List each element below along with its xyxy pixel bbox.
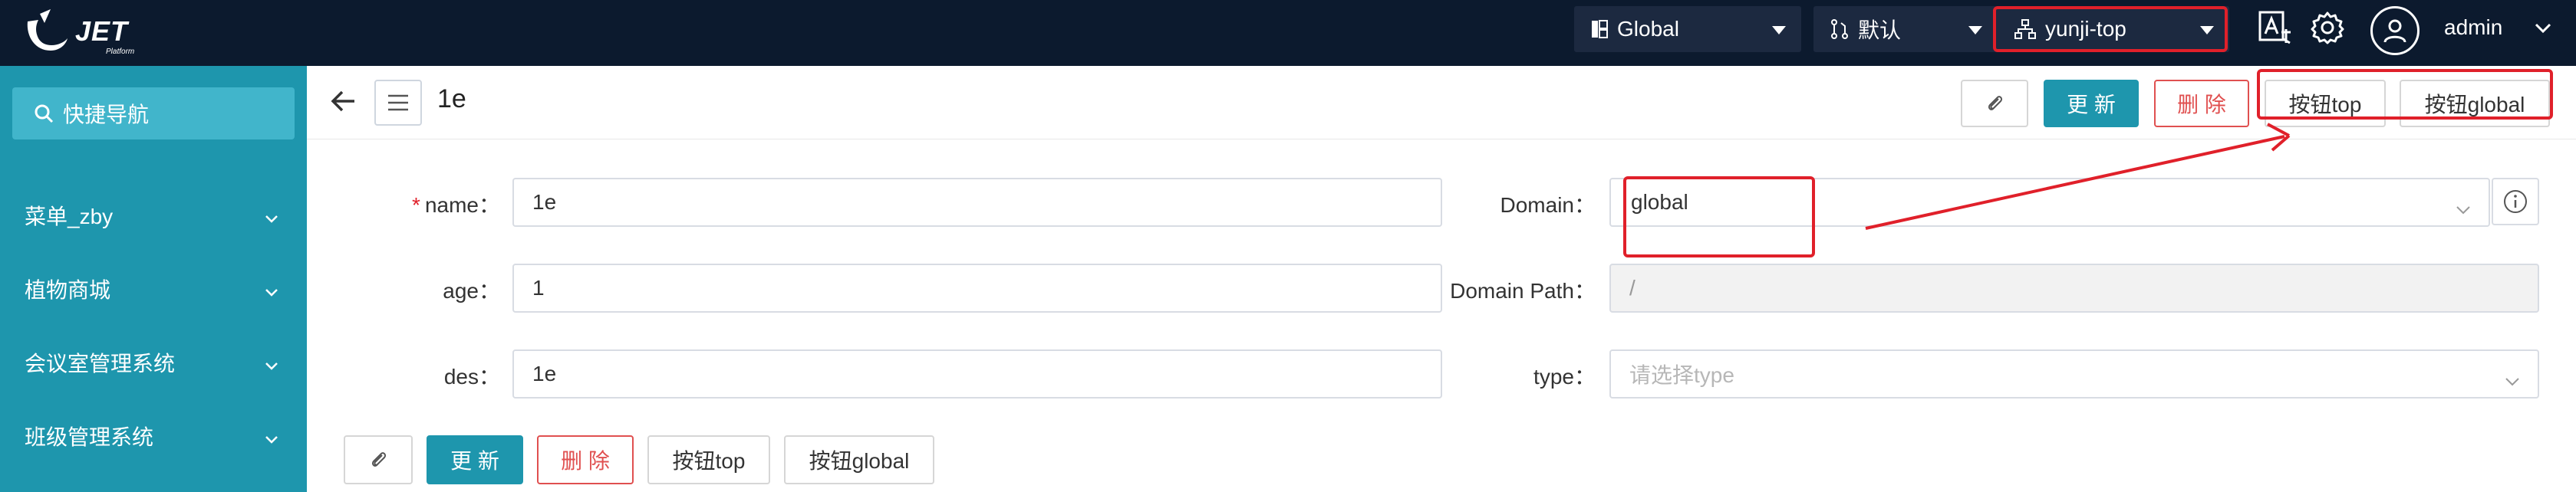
gear-icon[interactable] — [2311, 11, 2344, 48]
logo-subtext: Platform — [106, 48, 135, 56]
top-button[interactable]: 按钮top — [647, 435, 770, 484]
scope-select-value: Global — [1617, 17, 1679, 41]
branch-select-value: 默认 — [1858, 18, 1902, 42]
caret-down-icon — [1968, 26, 1982, 34]
logo-swoosh-icon — [27, 9, 68, 51]
age-input[interactable]: 1 — [512, 264, 1442, 313]
domain-path-input: / — [1609, 264, 2539, 313]
hamburger-icon — [388, 94, 408, 111]
annotation-highlight-box — [1993, 6, 2228, 52]
sidebar-item-label: 植物商城 — [25, 278, 111, 302]
delete-button[interactable]: 删 除 — [2154, 80, 2249, 127]
sidebar-item-label: 班级管理系统 — [25, 425, 154, 449]
logo-text: JET — [75, 15, 129, 47]
sidebar-item-plant-mall[interactable]: 植物商城 — [0, 254, 307, 323]
chevron-down-icon[interactable] — [2535, 23, 2551, 38]
name-label: * name： — [412, 193, 500, 217]
chevron-down-icon — [2504, 368, 2521, 392]
user-name[interactable]: admin — [2444, 15, 2502, 40]
update-button[interactable]: 更 新 — [427, 435, 523, 484]
paperclip-icon — [371, 452, 387, 467]
attach-button[interactable] — [344, 435, 413, 484]
search-icon — [34, 103, 54, 123]
type-select-placeholder: 请选择type — [1629, 363, 1734, 387]
paperclip-icon — [1988, 96, 2003, 110]
branch-icon — [1830, 18, 1849, 40]
translate-icon[interactable] — [2258, 11, 2292, 48]
branch-select[interactable]: 默认 — [1813, 6, 1998, 52]
annotation-highlight-box — [1623, 176, 1815, 257]
layout-icon — [1591, 20, 1608, 38]
annotation-highlight-box — [2257, 69, 2553, 120]
update-button[interactable]: 更 新 — [2044, 80, 2139, 127]
user-avatar-icon[interactable] — [2370, 6, 2420, 55]
sidebar-item-label: 菜单_zby — [25, 205, 114, 228]
domain-path-value: / — [1629, 276, 1636, 300]
caret-down-icon — [1772, 26, 1786, 34]
name-input[interactable]: 1e — [512, 178, 1442, 227]
sidebar-item-label: 会议室管理系统 — [25, 352, 176, 376]
sidebar-item-menu-zby[interactable]: 菜单_zby — [0, 181, 307, 250]
menu-toggle-button[interactable] — [374, 80, 422, 126]
back-arrow-icon[interactable] — [330, 87, 357, 119]
info-icon — [2504, 190, 2527, 213]
des-label: des： — [443, 365, 500, 389]
chevron-down-icon — [264, 426, 279, 451]
app-logo[interactable]: JET Platform — [21, 6, 144, 60]
page-title: 1e — [437, 84, 466, 113]
scope-select[interactable]: Global — [1574, 6, 1801, 52]
domain-label: Domain： — [1500, 193, 1596, 217]
global-button[interactable]: 按钮global — [784, 435, 934, 484]
age-label: age： — [443, 279, 500, 303]
attach-button[interactable] — [1961, 80, 2028, 127]
chevron-down-icon — [264, 279, 279, 303]
chevron-down-icon — [2455, 196, 2472, 221]
domain-info-button[interactable] — [2492, 178, 2539, 225]
top-bar: JET Platform Global 默认 yunji-top admin — [0, 0, 2576, 66]
quick-nav-label: 快捷导航 — [63, 103, 150, 126]
type-select[interactable]: 请选择type — [1609, 349, 2539, 399]
quick-nav-search[interactable]: 快捷导航 — [12, 87, 295, 139]
chevron-down-icon — [264, 353, 279, 377]
delete-button[interactable]: 删 除 — [537, 435, 634, 484]
required-asterisk: * — [412, 193, 420, 217]
name-input-value: 1e — [532, 190, 557, 214]
age-input-value: 1 — [532, 276, 545, 300]
domain-path-label: Domain Path： — [1450, 279, 1596, 303]
des-input[interactable]: 1e — [512, 349, 1442, 399]
sidebar-item-meeting-room[interactable]: 会议室管理系统 — [0, 328, 307, 397]
sidebar: 快捷导航 菜单_zby 植物商城 会议室管理系统 班级管理系统 — [0, 66, 307, 492]
des-input-value: 1e — [532, 362, 557, 385]
type-label: type： — [1533, 365, 1596, 389]
chevron-down-icon — [264, 205, 279, 230]
sidebar-item-class-management[interactable]: 班级管理系统 — [0, 402, 307, 471]
